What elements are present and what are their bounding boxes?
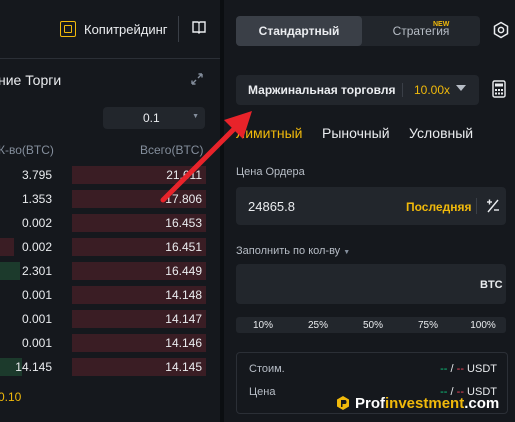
- row-total: 14.148: [165, 288, 202, 302]
- row-qty: 3.795: [21, 168, 52, 182]
- margin-trading-label: Маржинальная торговля: [248, 83, 396, 97]
- order-price-label: Цена Ордера: [236, 166, 305, 178]
- fill-by-quantity-label: Заполнить по кол-ву: [236, 245, 341, 257]
- row-total: 16.453: [165, 216, 202, 230]
- row-total: 21.611: [166, 168, 202, 182]
- row-qty: 0.002: [21, 240, 52, 254]
- book-icon[interactable]: [192, 20, 206, 34]
- row-total: 14.145: [165, 360, 202, 374]
- row-qty: 0.002: [21, 216, 52, 230]
- amount-unit: BTC: [480, 279, 503, 291]
- price-divider: [476, 198, 477, 214]
- copytrading-label: Копитрейдинг: [84, 21, 168, 37]
- cost-label: Стоим.: [249, 363, 285, 375]
- table-row[interactable]: 0.002 16.453: [0, 213, 210, 233]
- order-book-panel: Копитрейдинг ние Торги 0.1 ▼ К-во(BTC) В…: [0, 0, 220, 422]
- tick-size-select[interactable]: 0.1 ▼: [103, 107, 205, 129]
- copy-icon: [60, 21, 76, 37]
- pct-10[interactable]: 10%: [248, 320, 278, 331]
- row-total: 14.147: [165, 312, 202, 326]
- margin-divider: [402, 83, 403, 97]
- chevron-down-icon: ▼: [192, 113, 199, 120]
- table-row[interactable]: 0.002 16.451: [0, 237, 210, 257]
- tab-conditional[interactable]: Условный: [409, 125, 473, 141]
- watermark: Profinvestment.com: [335, 392, 499, 414]
- row-qty: 2.301: [21, 264, 52, 278]
- row-qty: 1.353: [21, 192, 52, 206]
- order-price-input[interactable]: 24865.8 Последняя: [236, 187, 506, 225]
- percentage-slider[interactable]: 10% 25% 50% 75% 100%: [236, 317, 506, 333]
- row-total: 17.806: [165, 192, 202, 206]
- row-qty: 0.001: [21, 312, 52, 326]
- amount-input[interactable]: BTC: [236, 264, 506, 304]
- cost-value: -- / -- USDT: [440, 363, 497, 375]
- mode-tabs: Стандартный Стратегия NEW: [236, 16, 480, 46]
- column-header-qty: К-во(BTC): [0, 143, 54, 157]
- tab-limit[interactable]: Лимитный: [236, 125, 302, 141]
- row-qty: 14.145: [15, 360, 52, 374]
- tab-standard[interactable]: Стандартный: [236, 16, 362, 46]
- table-row[interactable]: 1.353 17.806: [0, 189, 210, 209]
- pct-75[interactable]: 75%: [413, 320, 443, 331]
- margin-trading-selector[interactable]: Маржинальная торговля 10.00x: [236, 75, 479, 105]
- table-row[interactable]: 3.795 21.611: [0, 165, 210, 185]
- copytrading-link[interactable]: Копитрейдинг: [60, 19, 168, 39]
- row-qty: 0.001: [21, 336, 52, 350]
- last-price-button[interactable]: Последняя: [406, 200, 471, 214]
- column-header-total: Всего(BTC): [140, 143, 204, 157]
- order-book-toolbar: Копитрейдинг: [0, 0, 220, 59]
- tab-strategy[interactable]: Стратегия: [362, 16, 480, 46]
- row-qty: 0.001: [21, 288, 52, 302]
- toolbar-divider: [178, 16, 179, 42]
- calculator-icon[interactable]: [492, 80, 506, 98]
- depth-bar-left: [0, 238, 14, 256]
- table-row[interactable]: 14.145 14.145: [0, 357, 210, 377]
- watermark-text: Profinvestment.com: [355, 394, 500, 412]
- pct-50[interactable]: 50%: [358, 320, 388, 331]
- fill-by-quantity-select[interactable]: Заполнить по кол-ву ▼: [236, 245, 350, 257]
- gear-icon[interactable]: [492, 21, 510, 39]
- price-summary-label: Цена: [249, 386, 276, 398]
- depth-bar-left: [0, 262, 20, 280]
- leverage-value[interactable]: 10.00x: [414, 83, 450, 97]
- tab-market[interactable]: Рыночный: [322, 125, 390, 141]
- table-row[interactable]: 0.001 14.146: [0, 333, 210, 353]
- row-total: 16.449: [165, 264, 202, 278]
- table-row[interactable]: 0.001 14.148: [0, 285, 210, 305]
- plus-minus-icon[interactable]: [486, 198, 500, 214]
- chevron-down-icon: [456, 85, 466, 91]
- order-book-title: ние Торги: [0, 72, 62, 88]
- chevron-down-icon: ▼: [343, 249, 351, 256]
- expand-icon[interactable]: [190, 72, 204, 86]
- watermark-logo-icon: [337, 396, 349, 410]
- last-price-partial: 0.10: [0, 390, 22, 404]
- new-badge: NEW: [433, 21, 450, 28]
- pct-25[interactable]: 25%: [303, 320, 333, 331]
- row-total: 16.451: [165, 240, 202, 254]
- table-row[interactable]: 2.301 16.449: [0, 261, 210, 281]
- table-row[interactable]: 0.001 14.147: [0, 309, 210, 329]
- pct-100[interactable]: 100%: [468, 320, 498, 331]
- tick-size-value: 0.1: [143, 111, 160, 125]
- row-total: 14.146: [165, 336, 202, 350]
- order-price-value: 24865.8: [248, 199, 295, 214]
